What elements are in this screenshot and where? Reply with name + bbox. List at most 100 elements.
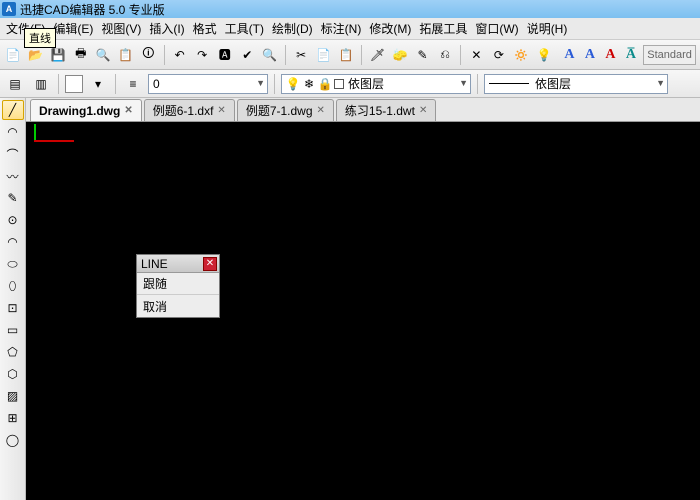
arc-tool-icon[interactable]: ◠ <box>2 122 24 142</box>
menu-ext[interactable]: 拓展工具 <box>419 20 467 37</box>
chevron-down-icon: ▼ <box>656 78 665 88</box>
close-icon[interactable]: ✕ <box>419 105 427 116</box>
line-tool-icon[interactable]: ╱ <box>2 100 24 120</box>
arc3-tool-icon[interactable]: ◠ <box>2 232 24 252</box>
polygon-tool-icon[interactable]: ⬠ <box>2 342 24 362</box>
cut-icon[interactable]: ✂ <box>292 44 311 66</box>
close-icon[interactable]: ✕ <box>317 105 325 116</box>
separator <box>164 45 165 65</box>
tab-label: 例题7-1.dwg <box>246 102 313 119</box>
region-tool-icon[interactable]: ⊞ <box>2 408 24 428</box>
tab-example7[interactable]: 例题7-1.dwg ✕ <box>237 99 334 121</box>
revert-icon[interactable]: ⎌ <box>436 44 455 66</box>
menu-help[interactable]: 说明(H) <box>527 20 568 37</box>
close-icon[interactable]: ✕ <box>203 257 217 271</box>
text-style-combo[interactable]: Standard <box>643 45 696 65</box>
layer-name: 依图层 <box>348 75 384 92</box>
linetype-combo[interactable]: 依图层 ▼ <box>484 74 668 94</box>
paste-icon[interactable]: 📋 <box>337 44 356 66</box>
undo-icon[interactable]: ↶ <box>170 44 189 66</box>
textstyle-a2-icon[interactable]: A <box>582 45 599 65</box>
main-toolbar: 📄 📂 💾 🖶 🔍 📋 🛈 ↶ ↷ 🅰 ✔ 🔍 ✂ 📄 📋 🗡 🧽 ✎ ⎌ ✕ … <box>0 40 700 70</box>
separator <box>460 45 461 65</box>
context-menu-title: LINE <box>141 257 168 271</box>
color-picker-icon[interactable]: ▾ <box>87 73 109 95</box>
new-icon[interactable]: 📄 <box>4 44 23 66</box>
work-area: ╱ ◠ ⌒ 〰 ✎ ⊙ ◠ ⬭ ⬯ ⊡ ▭ ⬠ ⬡ ▨ ⊞ ◯ Drawing1… <box>0 98 700 500</box>
preview-icon[interactable]: 🔍 <box>94 44 113 66</box>
rect-tool-icon[interactable]: ▭ <box>2 320 24 340</box>
ellipse-arc-tool-icon[interactable]: ⬯ <box>2 276 24 296</box>
layer-states-icon[interactable]: ▥ <box>30 73 52 95</box>
menu-dim[interactable]: 标注(N) <box>321 20 362 37</box>
refresh-icon[interactable]: ⟳ <box>490 44 509 66</box>
info-icon[interactable]: 🛈 <box>139 44 158 66</box>
menu-tools[interactable]: 工具(T) <box>225 20 264 37</box>
tab-drawing1[interactable]: Drawing1.dwg ✕ <box>30 99 142 121</box>
textstyle-a3-icon[interactable]: A <box>602 45 619 65</box>
context-menu: LINE ✕ 跟随 取消 <box>136 254 220 318</box>
menu-draw[interactable]: 绘制(D) <box>272 20 313 37</box>
menu-modify[interactable]: 修改(M) <box>369 20 411 37</box>
context-menu-header[interactable]: LINE ✕ <box>137 255 219 273</box>
circle-tool-icon[interactable]: ⊙ <box>2 210 24 230</box>
lineweight-combo[interactable]: 0 ▼ <box>148 74 268 94</box>
bulb-icon[interactable]: 💡 <box>535 44 554 66</box>
menu-view[interactable]: 视图(V) <box>101 20 141 37</box>
point-tool-icon[interactable]: ⊡ <box>2 298 24 318</box>
separator <box>58 74 59 94</box>
sheet-icon[interactable]: 📋 <box>117 44 136 66</box>
menu-format[interactable]: 格式 <box>193 20 217 37</box>
layer-combo[interactable]: 💡 ❄ 🔒 依图层 ▼ <box>281 74 471 94</box>
textstyle-a4-icon[interactable]: A̅ <box>623 45 640 65</box>
hatch-tool-icon[interactable]: ▨ <box>2 386 24 406</box>
donut-tool-icon[interactable]: ◯ <box>2 430 24 450</box>
title-bar: A 迅捷CAD编辑器 5.0 专业版 <box>0 0 700 18</box>
find-icon[interactable]: 🔍 <box>261 44 280 66</box>
layer-manager-icon[interactable]: ▤ <box>4 73 26 95</box>
close-icon[interactable]: ✕ <box>217 105 225 116</box>
sketch-tool-icon[interactable]: ✎ <box>2 188 24 208</box>
check-icon[interactable]: ✔ <box>238 44 257 66</box>
tab-label: 例题6-1.dxf <box>153 102 214 119</box>
document-tabs: Drawing1.dwg ✕ 例题6-1.dxf ✕ 例题7-1.dwg ✕ 练… <box>26 98 700 122</box>
copy-icon[interactable]: 📄 <box>314 44 333 66</box>
menu-insert[interactable]: 插入(I) <box>149 20 184 37</box>
sun-icon[interactable]: 🔅 <box>512 44 531 66</box>
lineweight-value: 0 <box>153 77 160 91</box>
lineweight-icon[interactable]: ≡ <box>122 73 144 95</box>
spline-tool-icon[interactable]: 〰 <box>2 166 24 186</box>
separator <box>285 45 286 65</box>
draw-toolbar: ╱ ◠ ⌒ 〰 ✎ ⊙ ◠ ⬭ ⬯ ⊡ ▭ ⬠ ⬡ ▨ ⊞ ◯ <box>0 98 26 500</box>
tooltip: 直线 <box>24 28 56 48</box>
menu-window[interactable]: 窗口(W) <box>475 20 518 37</box>
tab-exercise15[interactable]: 练习15-1.dwt ✕ <box>336 99 436 121</box>
linetype-preview-icon <box>489 83 529 84</box>
layer-freeze-icon: ❄ <box>302 77 316 91</box>
color-swatch[interactable] <box>65 75 83 93</box>
polygon2-tool-icon[interactable]: ⬡ <box>2 364 24 384</box>
layer-on-icon: 💡 <box>286 77 300 91</box>
close-icon[interactable]: ✕ <box>124 105 132 116</box>
ellipse-tool-icon[interactable]: ⬭ <box>2 254 24 274</box>
trim-icon[interactable]: 🗡 <box>368 44 387 66</box>
menu-edit[interactable]: 编辑(E) <box>53 20 93 37</box>
separator <box>477 74 478 94</box>
delete-icon[interactable]: ✕ <box>467 44 486 66</box>
drawing-canvas[interactable] <box>26 122 700 500</box>
arc2-tool-icon[interactable]: ⌒ <box>2 144 24 164</box>
menu-item-follow[interactable]: 跟随 <box>137 273 219 295</box>
tab-example6[interactable]: 例题6-1.dxf ✕ <box>144 99 235 121</box>
canvas-container: Drawing1.dwg ✕ 例题6-1.dxf ✕ 例题7-1.dwg ✕ 练… <box>26 98 700 500</box>
edit-icon[interactable]: ✎ <box>413 44 432 66</box>
linetype-name: 依图层 <box>535 75 571 92</box>
menu-bar: 文件(F) 编辑(E) 视图(V) 插入(I) 格式 工具(T) 绘制(D) 标… <box>0 18 700 40</box>
chevron-down-icon: ▼ <box>256 78 265 88</box>
erase-icon[interactable]: 🧽 <box>391 44 410 66</box>
tab-label: 练习15-1.dwt <box>345 102 415 119</box>
menu-item-cancel[interactable]: 取消 <box>137 295 219 317</box>
redo-icon[interactable]: ↷ <box>193 44 212 66</box>
text-icon[interactable]: 🅰 <box>215 44 234 66</box>
print-icon[interactable]: 🖶 <box>72 44 91 66</box>
textstyle-a1-icon[interactable]: A <box>561 45 578 65</box>
